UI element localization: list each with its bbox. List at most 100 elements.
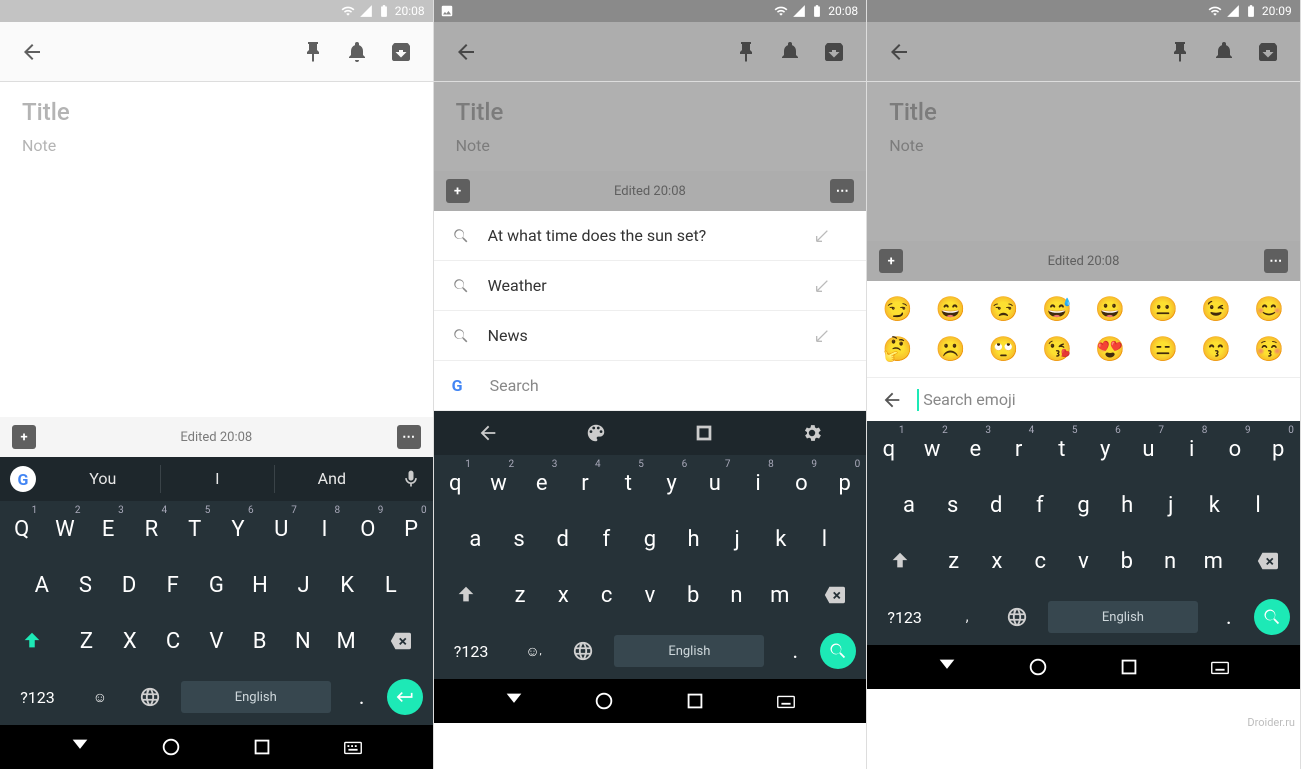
key-v[interactable]: v	[1062, 533, 1105, 589]
archive-icon[interactable]	[1256, 40, 1280, 64]
key-a[interactable]: A	[20, 557, 64, 613]
key-f[interactable]: F	[151, 557, 195, 613]
key-m[interactable]: m	[758, 567, 801, 623]
suggestion-1[interactable]: You	[46, 465, 161, 493]
emoji[interactable]: 🙄	[989, 335, 1019, 363]
emoji-key[interactable]: ☺,	[509, 623, 559, 679]
key-z[interactable]: z	[498, 567, 541, 623]
key-h[interactable]: h	[672, 511, 716, 567]
key-r[interactable]: r4	[563, 455, 606, 511]
key-m[interactable]: M	[324, 613, 367, 669]
pin-icon[interactable]	[301, 40, 325, 64]
key-v[interactable]: V	[195, 613, 238, 669]
note-body[interactable]	[0, 171, 433, 417]
key-k[interactable]: k	[1193, 477, 1237, 533]
period-key[interactable]: .	[1204, 589, 1254, 645]
search-key[interactable]	[820, 633, 856, 669]
search-key[interactable]	[1254, 599, 1290, 635]
key-t[interactable]: t5	[1040, 421, 1083, 477]
nav-keyboard-icon[interactable]	[775, 690, 797, 712]
key-a[interactable]: a	[887, 477, 931, 533]
key-u[interactable]: u7	[1127, 421, 1170, 477]
key-j[interactable]: j	[715, 511, 759, 567]
emoji-search-bar[interactable]: Search emoji	[867, 377, 1300, 421]
emoji[interactable]: 😘	[1042, 335, 1072, 363]
add-icon[interactable]: +	[12, 425, 36, 449]
search-suggestion-item[interactable]: Weather	[434, 261, 867, 311]
key-k[interactable]: k	[759, 511, 803, 567]
key-x[interactable]: x	[975, 533, 1018, 589]
key-q[interactable]: q1	[867, 421, 910, 477]
emoji[interactable]: 😊	[1254, 295, 1284, 323]
shift-key[interactable]	[867, 533, 932, 589]
key-i[interactable]: I8	[303, 501, 346, 557]
emoji[interactable]: 😀	[1095, 295, 1125, 323]
pin-icon[interactable]	[734, 40, 758, 64]
pin-icon[interactable]	[1168, 40, 1192, 64]
emoji[interactable]: 😄	[936, 295, 966, 323]
insert-arrow-icon[interactable]	[814, 228, 830, 244]
emoji[interactable]: 😐	[1148, 295, 1178, 323]
key-g[interactable]: G	[195, 557, 239, 613]
emoji[interactable]: 😙	[1201, 335, 1231, 363]
reminder-icon[interactable]	[345, 40, 369, 64]
nav-recent-icon[interactable]	[684, 690, 706, 712]
nav-home-icon[interactable]	[593, 690, 615, 712]
key-z[interactable]: Z	[65, 613, 108, 669]
key-x[interactable]: X	[108, 613, 151, 669]
key-o[interactable]: o9	[780, 455, 823, 511]
symbols-key[interactable]: ?123	[867, 589, 942, 645]
key-r[interactable]: r4	[997, 421, 1040, 477]
key-o[interactable]: o9	[1213, 421, 1256, 477]
key-g[interactable]: g	[1062, 477, 1106, 533]
key-v[interactable]: v	[628, 567, 671, 623]
spacebar[interactable]: English	[614, 635, 764, 667]
nav-recent-icon[interactable]	[251, 736, 273, 758]
key-w[interactable]: w2	[477, 455, 520, 511]
nav-back-icon[interactable]	[69, 736, 91, 758]
nav-home-icon[interactable]	[160, 736, 182, 758]
emoji-key[interactable]: ☺	[75, 669, 125, 725]
key-p[interactable]: P0	[389, 501, 432, 557]
suggestion-2[interactable]: I	[161, 465, 276, 493]
insert-arrow-icon[interactable]	[814, 328, 830, 344]
period-key[interactable]: .	[337, 669, 387, 725]
archive-icon[interactable]	[389, 40, 413, 64]
key-u[interactable]: U7	[260, 501, 303, 557]
key-f[interactable]: f	[1018, 477, 1062, 533]
key-z[interactable]: z	[932, 533, 975, 589]
search-suggestion-item[interactable]: News	[434, 311, 867, 361]
spacebar[interactable]: English	[181, 681, 331, 713]
key-b[interactable]: b	[1105, 533, 1148, 589]
key-g[interactable]: g	[628, 511, 672, 567]
search-suggestion-item[interactable]: At what time does the sun set?	[434, 211, 867, 261]
key-y[interactable]: y6	[650, 455, 693, 511]
title-field[interactable]: Title	[22, 98, 411, 126]
suggestion-3[interactable]: And	[275, 465, 389, 493]
emoji[interactable]: ☹️	[936, 335, 966, 363]
key-l[interactable]: l	[803, 511, 847, 567]
key-q[interactable]: Q1	[0, 501, 43, 557]
key-w[interactable]: w2	[910, 421, 953, 477]
emoji[interactable]: 😏	[883, 295, 913, 323]
key-j[interactable]: J	[282, 557, 326, 613]
backspace-key[interactable]	[801, 567, 866, 623]
reminder-icon[interactable]	[778, 40, 802, 64]
key-c[interactable]: C	[151, 613, 194, 669]
key-q[interactable]: q1	[434, 455, 477, 511]
key-i[interactable]: i8	[736, 455, 779, 511]
key-y[interactable]: y6	[1084, 421, 1127, 477]
emoji[interactable]: 😚	[1254, 335, 1284, 363]
key-f[interactable]: f	[584, 511, 628, 567]
key-b[interactable]: b	[672, 567, 715, 623]
enter-key[interactable]	[387, 679, 423, 715]
emoji[interactable]: 😍	[1095, 335, 1125, 363]
key-t[interactable]: t5	[607, 455, 650, 511]
back-icon[interactable]	[20, 40, 44, 64]
key-o[interactable]: O9	[346, 501, 389, 557]
nav-keyboard-icon[interactable]	[342, 736, 364, 758]
key-l[interactable]: L	[369, 557, 413, 613]
settings-icon[interactable]	[801, 422, 823, 444]
emoji[interactable]: 🤔	[883, 335, 913, 363]
symbols-key[interactable]: ?123	[0, 669, 75, 725]
